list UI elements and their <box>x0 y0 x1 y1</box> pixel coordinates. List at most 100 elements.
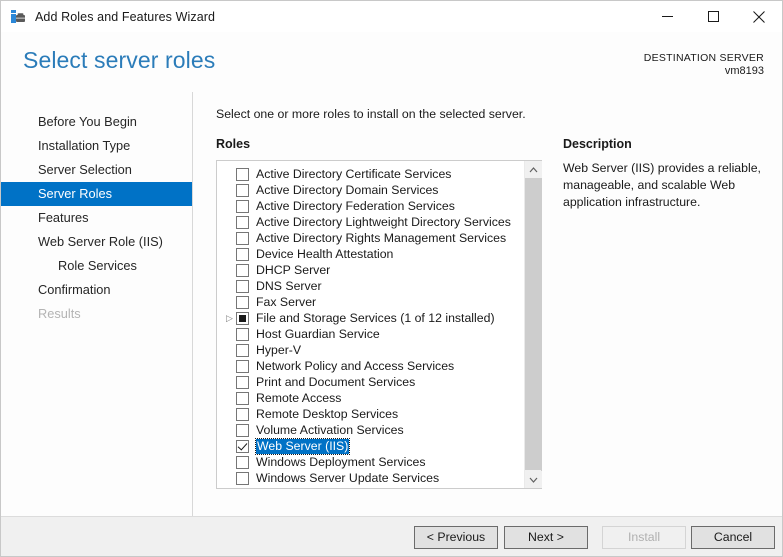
role-row[interactable]: Active Directory Domain Services <box>217 182 524 198</box>
role-row[interactable]: Remote Desktop Services <box>217 406 524 422</box>
role-checkbox[interactable] <box>236 455 249 469</box>
sidebar-item-role-services[interactable]: Role Services <box>1 254 192 278</box>
role-label: Network Policy and Access Services <box>256 358 455 373</box>
role-label: Active Directory Domain Services <box>256 182 439 197</box>
role-checkbox[interactable] <box>236 343 249 357</box>
sidebar-item-before-you-begin[interactable]: Before You Begin <box>1 110 192 134</box>
role-row[interactable]: Web Server (IIS) <box>217 437 524 455</box>
role-checkbox[interactable] <box>236 359 249 373</box>
role-checkbox[interactable] <box>236 295 249 309</box>
previous-button[interactable]: < Previous <box>414 526 498 549</box>
sidebar-item-results: Results <box>38 306 81 321</box>
role-row[interactable]: Active Directory Rights Management Servi… <box>217 230 524 246</box>
role-checkbox[interactable] <box>236 439 249 453</box>
role-label: Active Directory Federation Services <box>256 198 455 213</box>
destination-server-value: vm8193 <box>724 65 764 78</box>
body-area: Before You Begin Installation Type Server … <box>1 92 782 516</box>
maximize-button[interactable] <box>690 1 736 32</box>
role-label: Host Guardian Service <box>256 326 380 341</box>
instruction-text: Select one or more roles to install on t… <box>216 107 526 121</box>
role-row[interactable]: ▷ File and Storage Services (1 of 12 inst… <box>217 310 524 326</box>
role-checkbox[interactable] <box>236 311 249 325</box>
role-checkbox[interactable] <box>236 215 249 229</box>
wizard-navigation-sidebar: Before You Begin Installation Type Server … <box>1 92 193 516</box>
role-checkbox[interactable] <box>236 423 249 437</box>
next-button[interactable]: Next > <box>504 526 588 549</box>
role-checkbox[interactable] <box>236 183 249 197</box>
role-row[interactable]: Network Policy and Access Services <box>217 358 524 374</box>
sidebar-item-installation-type[interactable]: Installation Type <box>1 134 192 158</box>
roles-list-box: Active Directory Certificate Services Ac… <box>216 160 542 489</box>
role-row[interactable]: Active Directory Federation Services <box>217 198 524 214</box>
role-checkbox[interactable] <box>236 471 249 485</box>
destination-server-label: DESTINATION SERVER <box>643 52 764 64</box>
role-row[interactable]: Device Health Attestation <box>217 246 524 262</box>
sidebar-item-server-selection[interactable]: Server Selection <box>1 158 192 182</box>
role-checkbox[interactable] <box>236 167 249 181</box>
description-section-label: Description <box>563 137 632 151</box>
role-label: Windows Deployment Services <box>256 454 426 469</box>
scroll-down-button[interactable] <box>525 471 542 488</box>
sidebar-item-features[interactable]: Features <box>1 206 192 230</box>
role-checkbox[interactable] <box>236 391 249 405</box>
role-row[interactable]: Remote Access <box>217 390 524 406</box>
scroll-up-button[interactable] <box>525 161 542 178</box>
roles-list-scrollbar[interactable] <box>524 161 542 488</box>
role-label: Active Directory Lightweight Directory S… <box>256 214 511 229</box>
role-row[interactable]: DHCP Server <box>217 262 524 278</box>
role-label: Active Directory Rights Management Servi… <box>256 230 507 245</box>
scrollbar-thumb[interactable] <box>525 178 542 470</box>
role-label: Windows Server Update Services <box>256 470 440 485</box>
role-row[interactable]: DNS Server <box>217 278 524 294</box>
sidebar-item-server-roles[interactable]: Server Roles <box>1 182 192 206</box>
sidebar-item-web-server-role-iis[interactable]: Web Server Role (IIS) <box>1 230 192 254</box>
expand-triangle-icon[interactable]: ▷ <box>223 313 236 323</box>
minimize-icon <box>661 16 673 17</box>
main-content: Select one or more roles to install on t… <box>194 92 782 516</box>
role-row[interactable]: Active Directory Lightweight Directory S… <box>217 214 524 230</box>
role-row[interactable]: Fax Server <box>217 294 524 310</box>
role-checkbox[interactable] <box>236 231 249 245</box>
sidebar-item-confirmation[interactable]: Confirmation <box>1 278 192 302</box>
role-checkbox[interactable] <box>236 247 249 261</box>
role-label: Remote Desktop Services <box>256 406 399 421</box>
role-label: Active Directory Certificate Services <box>256 166 452 181</box>
role-label: Hyper-V <box>256 342 302 357</box>
role-checkbox[interactable] <box>236 375 249 389</box>
close-button[interactable] <box>736 1 782 32</box>
role-row[interactable]: Windows Deployment Services <box>217 454 524 470</box>
cancel-button[interactable]: Cancel <box>691 526 775 549</box>
role-row[interactable]: Host Guardian Service <box>217 326 524 342</box>
description-text: Web Server (IIS) provides a reliable, ma… <box>563 161 761 209</box>
role-label: Fax Server <box>256 294 317 309</box>
role-checkbox[interactable] <box>236 199 249 213</box>
role-checkbox[interactable] <box>236 327 249 341</box>
add-roles-wizard-window: Add Roles and Features Wizard Select ser… <box>0 0 783 557</box>
title-bar: Add Roles and Features Wizard <box>1 1 782 32</box>
role-row[interactable]: Print and Document Services <box>217 374 524 390</box>
roles-list[interactable]: Active Directory Certificate Services Ac… <box>217 161 524 488</box>
role-row[interactable]: Windows Server Update Services <box>217 470 524 486</box>
minimize-button[interactable] <box>644 1 690 32</box>
wizard-footer: < Previous Next > Install Cancel <box>1 516 782 556</box>
role-checkbox[interactable] <box>236 263 249 277</box>
role-row[interactable]: Hyper-V <box>217 342 524 358</box>
role-row[interactable]: Active Directory Certificate Services <box>217 166 524 182</box>
chevron-down-icon <box>529 477 538 483</box>
role-row[interactable]: Volume Activation Services <box>217 422 524 438</box>
role-checkbox[interactable] <box>236 407 249 421</box>
maximize-icon <box>707 11 719 22</box>
role-checkbox[interactable] <box>236 279 249 293</box>
roles-section-label: Roles <box>216 137 251 151</box>
